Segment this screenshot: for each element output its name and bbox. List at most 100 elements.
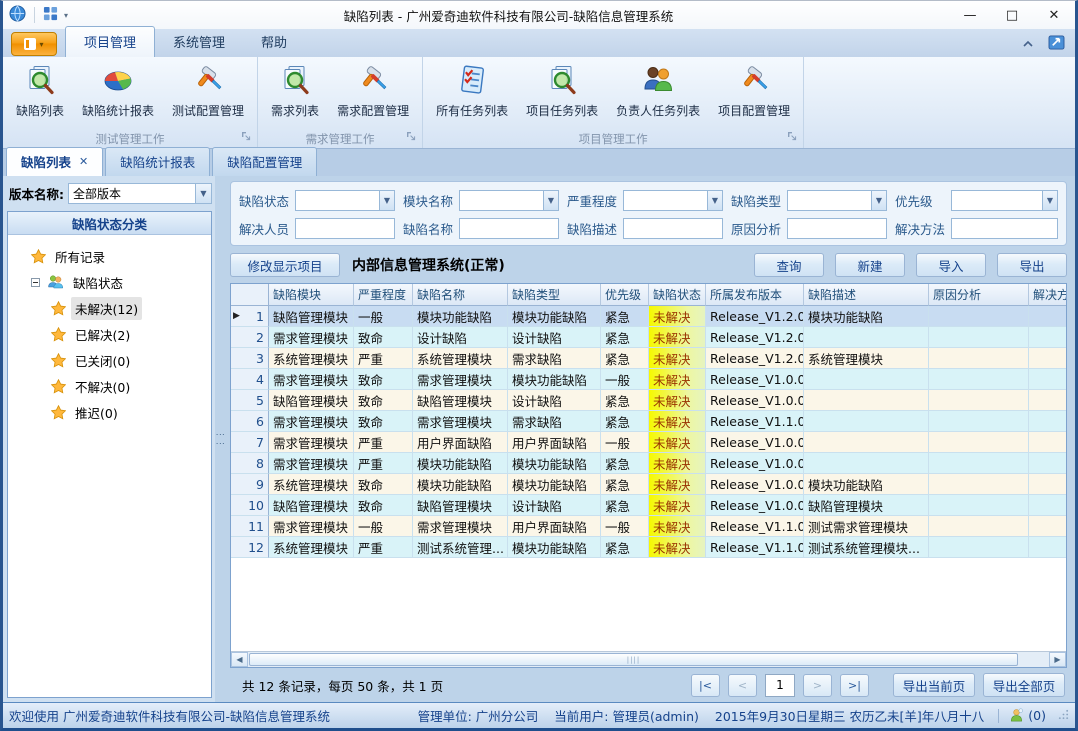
chevron-down-icon[interactable]: ▼	[195, 184, 211, 203]
chevron-down-icon[interactable]: ▼	[1042, 191, 1057, 210]
cell-severity[interactable]: 致命	[354, 474, 413, 495]
cell-description[interactable]	[804, 432, 929, 453]
cell-type[interactable]: 需求缺陷	[508, 411, 601, 432]
tree-item-2[interactable]: 缺陷状态	[12, 269, 207, 295]
cell-solution[interactable]	[1029, 474, 1066, 495]
ribbon-button[interactable]: 需求列表	[262, 61, 328, 122]
cell-status[interactable]: 未解决	[649, 306, 706, 327]
resize-grip-icon[interactable]	[1058, 708, 1069, 723]
cell-module[interactable]: 系统管理模块	[269, 474, 354, 495]
cell-priority[interactable]: 紧急	[601, 327, 649, 348]
grid-column-header[interactable]: 优先级	[601, 284, 649, 306]
export-current-page-button[interactable]: 导出当前页	[893, 673, 975, 697]
cell-type[interactable]: 模块功能缺陷	[508, 453, 601, 474]
cell-module[interactable]: 需求管理模块	[269, 327, 354, 348]
cell-type[interactable]: 设计缺陷	[508, 390, 601, 411]
ribbon-button[interactable]: 缺陷统计报表	[73, 61, 163, 122]
sidebar-splitter[interactable]: ⋮⋮	[215, 176, 224, 702]
cell-version[interactable]: Release_V1.2.0	[706, 348, 804, 369]
filter-combo[interactable]: ▼	[951, 190, 1058, 211]
grid-column-header[interactable]: 解决方法	[1029, 284, 1066, 306]
minimize-button[interactable]: —	[949, 1, 991, 29]
row-number-cell[interactable]: 2	[231, 327, 269, 348]
row-number-cell[interactable]: 8	[231, 453, 269, 474]
cell-type[interactable]: 模块功能缺陷	[508, 306, 601, 327]
cell-solution[interactable]	[1029, 369, 1066, 390]
cell-solution[interactable]	[1029, 537, 1066, 558]
cell-severity[interactable]: 致命	[354, 411, 413, 432]
page-number-input[interactable]	[765, 674, 795, 697]
cell-module[interactable]: 缺陷管理模块	[269, 306, 354, 327]
cell-name[interactable]: 模块功能缺陷	[413, 453, 508, 474]
cell-solution[interactable]	[1029, 432, 1066, 453]
cell-name[interactable]: 缺陷管理模块	[413, 495, 508, 516]
scroll-right-icon[interactable]: ▶	[1049, 652, 1066, 667]
ribbon-button[interactable]: 需求配置管理	[328, 61, 418, 122]
row-number-cell[interactable]: 9	[231, 474, 269, 495]
cell-priority[interactable]: 一般	[601, 432, 649, 453]
cell-analysis[interactable]	[929, 453, 1029, 474]
ribbon-button[interactable]: 缺陷列表	[7, 61, 73, 122]
cell-status[interactable]: 未解决	[649, 369, 706, 390]
collapse-expander-icon[interactable]	[31, 278, 40, 287]
row-number-cell[interactable]: 7	[231, 432, 269, 453]
cell-version[interactable]: Release_V1.0.0	[706, 369, 804, 390]
last-page-button[interactable]: >|	[840, 674, 869, 697]
import-button[interactable]: 导入	[916, 253, 986, 277]
cell-analysis[interactable]	[929, 306, 1029, 327]
version-select[interactable]: 全部版本 ▼	[68, 183, 212, 204]
cell-name[interactable]: 测试系统管理...	[413, 537, 508, 558]
cell-severity[interactable]: 一般	[354, 516, 413, 537]
cell-severity[interactable]: 一般	[354, 306, 413, 327]
cell-name[interactable]: 模块功能缺陷	[413, 474, 508, 495]
row-number-cell[interactable]: 12	[231, 537, 269, 558]
cell-priority[interactable]: 紧急	[601, 495, 649, 516]
cell-priority[interactable]: 紧急	[601, 306, 649, 327]
scroll-left-icon[interactable]: ◀	[231, 652, 248, 667]
ribbon-button[interactable]: 所有任务列表	[427, 61, 517, 122]
filter-combo[interactable]: ▼	[459, 190, 559, 211]
cell-version[interactable]: Release_V1.1.0	[706, 516, 804, 537]
cell-module[interactable]: 缺陷管理模块	[269, 495, 354, 516]
cell-name[interactable]: 用户界面缺陷	[413, 432, 508, 453]
filter-input[interactable]	[295, 218, 395, 239]
cell-solution[interactable]	[1029, 495, 1066, 516]
chevron-down-icon[interactable]: ▼	[707, 191, 722, 210]
cell-type[interactable]: 用户界面缺陷	[508, 516, 601, 537]
cell-priority[interactable]: 紧急	[601, 348, 649, 369]
filter-input[interactable]	[459, 218, 559, 239]
row-number-cell[interactable]: 5	[231, 390, 269, 411]
cell-name[interactable]: 设计缺陷	[413, 327, 508, 348]
cell-severity[interactable]: 致命	[354, 390, 413, 411]
cell-type[interactable]: 用户界面缺陷	[508, 432, 601, 453]
cell-priority[interactable]: 一般	[601, 516, 649, 537]
grid-column-header[interactable]: 所属发布版本	[706, 284, 804, 306]
cell-type[interactable]: 模块功能缺陷	[508, 537, 601, 558]
cell-status[interactable]: 未解决	[649, 474, 706, 495]
cell-version[interactable]: Release_V1.0.0	[706, 453, 804, 474]
cell-type[interactable]: 模块功能缺陷	[508, 369, 601, 390]
export-button[interactable]: 导出	[997, 253, 1067, 277]
maximize-button[interactable]: □	[991, 1, 1033, 29]
cell-severity[interactable]: 严重	[354, 537, 413, 558]
dialog-launcher-icon[interactable]	[406, 130, 416, 144]
close-button[interactable]: ✕	[1033, 1, 1075, 29]
ribbon-tab-1[interactable]: 项目管理	[65, 26, 155, 57]
new-button[interactable]: 新建	[835, 253, 905, 277]
grid-column-header[interactable]: 原因分析	[929, 284, 1029, 306]
cell-status[interactable]: 未解决	[649, 411, 706, 432]
cell-priority[interactable]: 紧急	[601, 411, 649, 432]
cell-module[interactable]: 需求管理模块	[269, 369, 354, 390]
ribbon-button[interactable]: 负责人任务列表	[607, 61, 709, 122]
cell-type[interactable]: 设计缺陷	[508, 495, 601, 516]
tree-item-6[interactable]: 不解决(0)	[12, 373, 207, 399]
cell-status[interactable]: 未解决	[649, 327, 706, 348]
cell-analysis[interactable]	[929, 390, 1029, 411]
cell-analysis[interactable]	[929, 432, 1029, 453]
chevron-down-icon[interactable]: ▼	[871, 191, 886, 210]
row-number-cell[interactable]: ▶1	[231, 306, 269, 327]
cell-solution[interactable]	[1029, 516, 1066, 537]
tree-item-4[interactable]: 已解决(2)	[12, 321, 207, 347]
cell-name[interactable]: 模块功能缺陷	[413, 306, 508, 327]
ribbon-tab-2[interactable]: 系统管理	[155, 27, 243, 57]
